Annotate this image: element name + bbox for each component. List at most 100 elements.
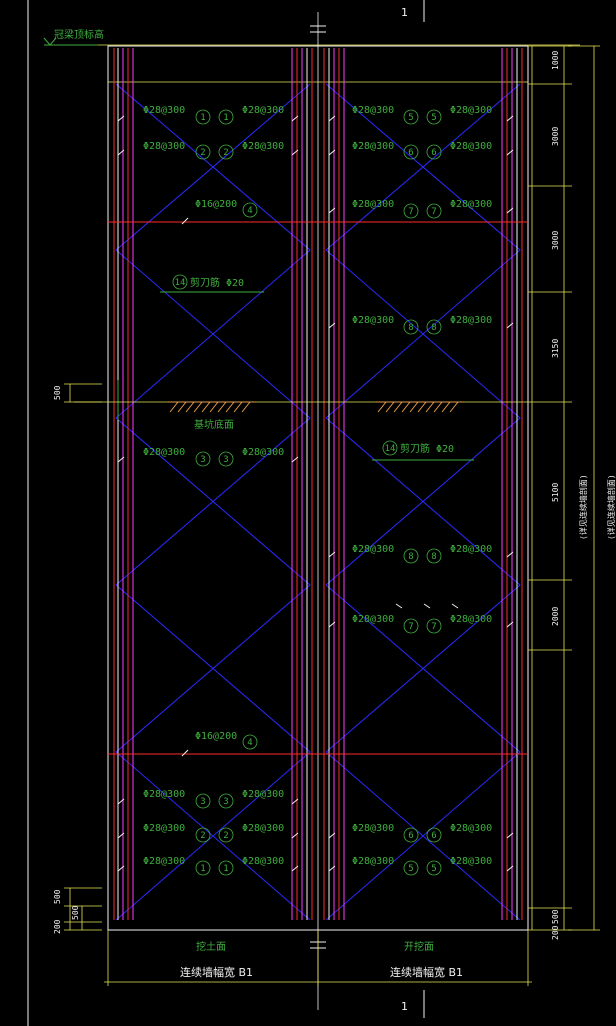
svg-text:Φ28@300: Φ28@300 bbox=[143, 447, 185, 458]
svg-text:3: 3 bbox=[200, 455, 205, 465]
svg-text:Φ28@300: Φ28@300 bbox=[143, 789, 185, 800]
callout-row-4-right: Φ28@300 8 8 Φ28@300 bbox=[328, 315, 514, 335]
svg-text:5: 5 bbox=[408, 113, 413, 123]
callout-row-4-left: Φ28@300 3 3 Φ28@300 bbox=[117, 789, 299, 809]
callout-row-1-right: Φ28@300 5 5 Φ28@300 bbox=[328, 105, 514, 125]
svg-text:2: 2 bbox=[223, 148, 228, 158]
svg-text:(详见连续墙剖面): (详见连续墙剖面) bbox=[578, 474, 588, 540]
right-dimension-chain bbox=[528, 45, 600, 931]
pit-bottom-hatch-left bbox=[168, 401, 256, 413]
svg-text:8: 8 bbox=[431, 552, 436, 562]
callout-row-7-right: Φ28@300 6 6 Φ28@300 bbox=[328, 823, 514, 843]
callout-row-5-left: Φ28@300 2 2 Φ28@300 bbox=[117, 823, 299, 843]
svg-text:Φ28@300: Φ28@300 bbox=[242, 447, 284, 458]
svg-text:1: 1 bbox=[223, 113, 228, 123]
svg-text:剪刀筋 Φ20: 剪刀筋 Φ20 bbox=[190, 276, 244, 289]
svg-text:Φ28@300: Φ28@300 bbox=[450, 141, 492, 152]
callout-row-3-left: Φ28@300 3 3 Φ28@300 bbox=[117, 447, 299, 467]
svg-text:Φ28@300: Φ28@300 bbox=[450, 856, 492, 867]
top-elevation-label: 冠梁顶标高 bbox=[54, 28, 104, 41]
callout-row-2-left: Φ28@300 2 2 Φ28@300 bbox=[117, 141, 299, 160]
rebar-bundle-center-right bbox=[323, 48, 345, 920]
callout-row-5-right: Φ28@300 8 8 Φ28@300 bbox=[328, 544, 514, 564]
left-dimension-texts: 500 500 500 200 bbox=[53, 385, 80, 934]
svg-text:7: 7 bbox=[408, 622, 413, 632]
svg-text:3: 3 bbox=[223, 455, 228, 465]
svg-text:Φ16@200: Φ16@200 bbox=[195, 731, 237, 742]
svg-text:6: 6 bbox=[431, 831, 436, 841]
bottom-left-label: 挖土面 bbox=[196, 940, 226, 953]
svg-text:5: 5 bbox=[408, 864, 413, 874]
svg-text:Φ28@300: Φ28@300 bbox=[450, 823, 492, 834]
svg-text:1: 1 bbox=[200, 113, 205, 123]
svg-text:Φ28@300: Φ28@300 bbox=[352, 199, 394, 210]
svg-text:Φ28@300: Φ28@300 bbox=[450, 544, 492, 555]
svg-text:1: 1 bbox=[200, 864, 205, 874]
svg-text:Φ28@300: Φ28@300 bbox=[143, 823, 185, 834]
svg-text:4: 4 bbox=[247, 206, 252, 216]
svg-text:8: 8 bbox=[408, 552, 413, 562]
svg-text:6: 6 bbox=[431, 148, 436, 158]
svg-text:Φ28@300: Φ28@300 bbox=[450, 614, 492, 625]
svg-text:Φ16@200: Φ16@200 bbox=[195, 199, 237, 210]
svg-text:7: 7 bbox=[431, 622, 436, 632]
svg-text:Φ28@300: Φ28@300 bbox=[143, 105, 185, 116]
svg-text:Φ28@300: Φ28@300 bbox=[143, 141, 185, 152]
rebar-bundle-center-left bbox=[291, 48, 313, 920]
svg-text:2: 2 bbox=[223, 831, 228, 841]
svg-text:500: 500 bbox=[551, 909, 560, 924]
svg-text:Φ28@300: Φ28@300 bbox=[450, 199, 492, 210]
svg-text:5: 5 bbox=[431, 113, 436, 123]
callout-row-6-right: Φ28@300 7 7 Φ28@300 bbox=[328, 603, 514, 634]
rebar-cage-drawing: 1 1 冠梁顶标高 基坑底面 Φ28@300 1 1 Φ28@300 Φ28@3… bbox=[27, 0, 616, 1026]
svg-text:500: 500 bbox=[71, 905, 80, 920]
svg-text:7: 7 bbox=[408, 207, 413, 217]
svg-text:Φ28@300: Φ28@300 bbox=[143, 856, 185, 867]
svg-text:1000: 1000 bbox=[551, 51, 560, 70]
svg-text:Φ28@300: Φ28@300 bbox=[352, 105, 394, 116]
svg-text:3150: 3150 bbox=[551, 339, 560, 358]
svg-text:2: 2 bbox=[200, 831, 205, 841]
svg-text:5100: 5100 bbox=[551, 483, 560, 502]
section-number-top: 1 bbox=[401, 6, 408, 19]
svg-text:6: 6 bbox=[408, 148, 413, 158]
svg-text:200: 200 bbox=[53, 919, 62, 934]
svg-text:Φ28@300: Φ28@300 bbox=[242, 141, 284, 152]
svg-text:1: 1 bbox=[223, 864, 228, 874]
svg-text:Φ28@300: Φ28@300 bbox=[242, 856, 284, 867]
svg-text:2: 2 bbox=[200, 148, 205, 158]
svg-text:Φ28@300: Φ28@300 bbox=[352, 856, 394, 867]
svg-text:剪刀筋 Φ20: 剪刀筋 Φ20 bbox=[400, 442, 454, 455]
svg-text:8: 8 bbox=[408, 323, 413, 333]
rebar-bundle-right bbox=[501, 48, 523, 920]
bottom-width-dimensions bbox=[104, 930, 532, 986]
svg-text:500: 500 bbox=[53, 889, 62, 904]
svg-text:Φ28@300: Φ28@300 bbox=[352, 614, 394, 625]
callout-scissor-left: 14 剪刀筋 Φ20 bbox=[160, 274, 264, 293]
svg-text:Φ28@300: Φ28@300 bbox=[352, 823, 394, 834]
svg-text:Φ28@300: Φ28@300 bbox=[242, 823, 284, 834]
callout-row-2-right: Φ28@300 6 6 Φ28@300 bbox=[328, 141, 514, 160]
svg-text:Φ28@300: Φ28@300 bbox=[352, 315, 394, 326]
svg-text:Φ28@300: Φ28@300 bbox=[450, 315, 492, 326]
callout-row-6-left: Φ28@300 1 1 Φ28@300 bbox=[117, 856, 299, 876]
callout-horizontal-lower-left: Φ16@200 4 bbox=[181, 731, 258, 757]
svg-text:Φ28@300: Φ28@300 bbox=[242, 105, 284, 116]
pit-bottom-hatch-right bbox=[376, 401, 464, 413]
right-dimension-texts: 1000 3000 3000 3150 5100 2000 500 200 (详… bbox=[551, 51, 616, 940]
svg-text:200: 200 bbox=[551, 925, 560, 940]
svg-text:3: 3 bbox=[200, 797, 205, 807]
width-left-label: 连续墙幅宽 B1 bbox=[180, 965, 253, 979]
svg-text:7: 7 bbox=[431, 207, 436, 217]
svg-text:500: 500 bbox=[53, 385, 62, 400]
svg-text:3000: 3000 bbox=[551, 127, 560, 146]
svg-text:2000: 2000 bbox=[551, 607, 560, 626]
svg-text:Φ28@300: Φ28@300 bbox=[450, 105, 492, 116]
svg-text:8: 8 bbox=[431, 323, 436, 333]
svg-text:6: 6 bbox=[408, 831, 413, 841]
svg-text:3: 3 bbox=[223, 797, 228, 807]
width-right-label: 连续墙幅宽 B1 bbox=[390, 965, 463, 979]
callout-scissor-right: 14 剪刀筋 Φ20 bbox=[372, 440, 474, 461]
rebar-bundle-left bbox=[113, 48, 134, 920]
callout-row-3-right: Φ28@300 7 7 Φ28@300 bbox=[328, 199, 514, 219]
